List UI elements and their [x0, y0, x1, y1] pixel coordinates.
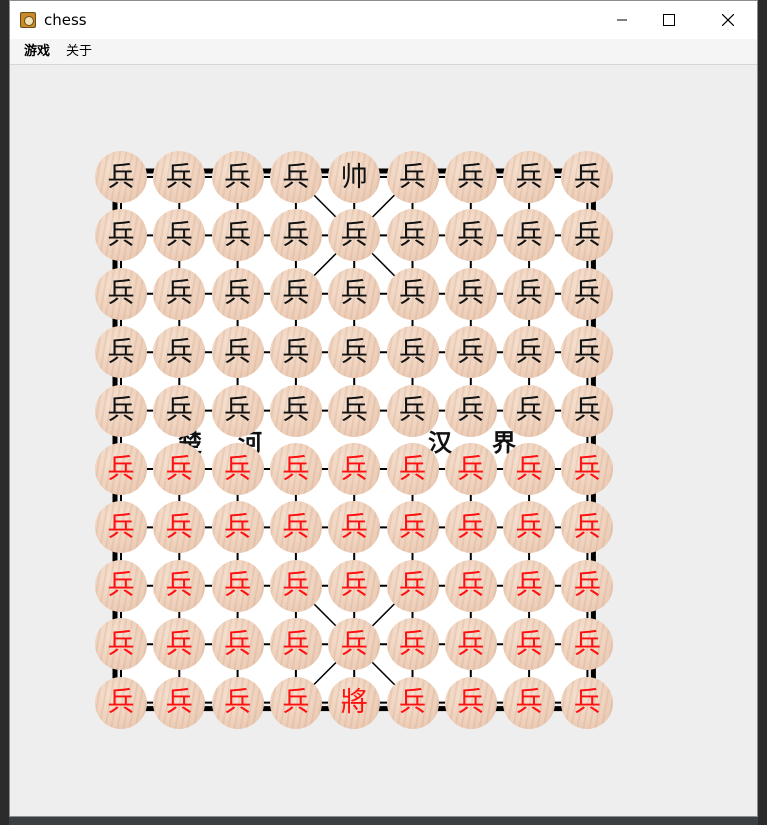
red-piece[interactable]: 兵	[503, 559, 556, 612]
red-piece[interactable]: 兵	[269, 559, 322, 612]
red-piece[interactable]: 將	[328, 676, 381, 729]
red-piece[interactable]: 兵	[386, 501, 439, 554]
red-piece[interactable]: 兵	[153, 676, 206, 729]
red-piece[interactable]: 兵	[211, 443, 264, 495]
black-piece[interactable]: 兵	[328, 384, 381, 437]
red-piece[interactable]: 兵	[328, 559, 381, 612]
red-piece[interactable]: 兵	[269, 443, 322, 495]
red-piece[interactable]: 兵	[269, 501, 322, 554]
red-piece[interactable]: 兵	[211, 501, 264, 554]
red-piece[interactable]: 兵	[211, 618, 264, 671]
red-piece[interactable]: 兵	[386, 676, 439, 729]
red-piece[interactable]: 兵	[503, 676, 556, 729]
black-piece[interactable]: 兵	[95, 267, 147, 320]
red-piece[interactable]: 兵	[95, 676, 147, 729]
black-piece[interactable]: 兵	[269, 151, 322, 203]
black-piece[interactable]: 兵	[95, 151, 147, 203]
black-piece[interactable]: 兵	[503, 326, 556, 379]
black-piece[interactable]: 兵	[211, 326, 264, 379]
red-piece[interactable]: 兵	[561, 443, 614, 495]
red-piece[interactable]: 兵	[153, 443, 206, 495]
black-piece[interactable]: 兵	[211, 384, 264, 437]
red-piece[interactable]: 兵	[269, 618, 322, 671]
black-piece[interactable]: 兵	[444, 384, 497, 437]
black-piece[interactable]: 兵	[444, 151, 497, 203]
black-piece[interactable]: 兵	[561, 151, 614, 203]
black-piece[interactable]: 兵	[561, 384, 614, 437]
black-piece[interactable]: 兵	[211, 151, 264, 203]
red-piece[interactable]: 兵	[444, 443, 497, 495]
red-piece[interactable]: 兵	[269, 676, 322, 729]
red-piece[interactable]: 兵	[444, 676, 497, 729]
red-piece[interactable]: 兵	[561, 559, 614, 612]
black-piece[interactable]: 兵	[328, 267, 381, 320]
black-piece[interactable]: 兵	[503, 151, 556, 203]
black-piece[interactable]: 兵	[444, 326, 497, 379]
red-piece[interactable]: 兵	[211, 559, 264, 612]
black-piece[interactable]: 兵	[153, 267, 206, 320]
black-piece[interactable]: 兵	[386, 151, 439, 203]
red-piece[interactable]: 兵	[95, 559, 147, 612]
black-piece[interactable]: 兵	[444, 209, 497, 262]
black-piece[interactable]: 兵	[153, 384, 206, 437]
black-piece[interactable]: 兵	[444, 267, 497, 320]
black-piece[interactable]: 兵	[503, 384, 556, 437]
black-piece[interactable]: 兵	[269, 209, 322, 262]
black-piece[interactable]: 兵	[503, 267, 556, 320]
red-piece[interactable]: 兵	[328, 443, 381, 495]
black-piece[interactable]: 兵	[95, 209, 147, 262]
black-piece[interactable]: 兵	[95, 326, 147, 379]
red-piece[interactable]: 兵	[95, 501, 147, 554]
black-piece[interactable]: 兵	[386, 326, 439, 379]
red-piece[interactable]: 兵	[503, 443, 556, 495]
red-piece[interactable]: 兵	[444, 559, 497, 612]
red-piece[interactable]: 兵	[444, 618, 497, 671]
red-piece[interactable]: 兵	[503, 618, 556, 671]
red-piece[interactable]: 兵	[444, 501, 497, 554]
black-piece[interactable]: 帅	[328, 151, 381, 203]
red-piece[interactable]: 兵	[95, 618, 147, 671]
black-piece[interactable]: 兵	[95, 384, 147, 437]
red-piece[interactable]: 兵	[386, 559, 439, 612]
black-piece[interactable]: 兵	[561, 267, 614, 320]
red-piece[interactable]: 兵	[328, 618, 381, 671]
black-piece[interactable]: 兵	[386, 267, 439, 320]
red-piece[interactable]: 兵	[386, 443, 439, 495]
black-piece[interactable]: 兵	[386, 209, 439, 262]
black-piece[interactable]: 兵	[269, 326, 322, 379]
black-piece[interactable]: 兵	[269, 384, 322, 437]
black-piece[interactable]: 兵	[211, 267, 264, 320]
red-piece[interactable]: 兵	[95, 443, 147, 495]
black-piece[interactable]: 兵	[153, 151, 206, 203]
black-piece[interactable]: 兵	[328, 326, 381, 379]
red-piece[interactable]: 兵	[211, 676, 264, 729]
red-piece[interactable]: 兵	[153, 559, 206, 612]
black-piece[interactable]: 兵	[386, 384, 439, 437]
red-piece[interactable]: 兵	[561, 676, 614, 729]
red-piece[interactable]: 兵	[386, 618, 439, 671]
black-piece[interactable]: 兵	[211, 209, 264, 262]
black-piece[interactable]: 兵	[269, 267, 322, 320]
